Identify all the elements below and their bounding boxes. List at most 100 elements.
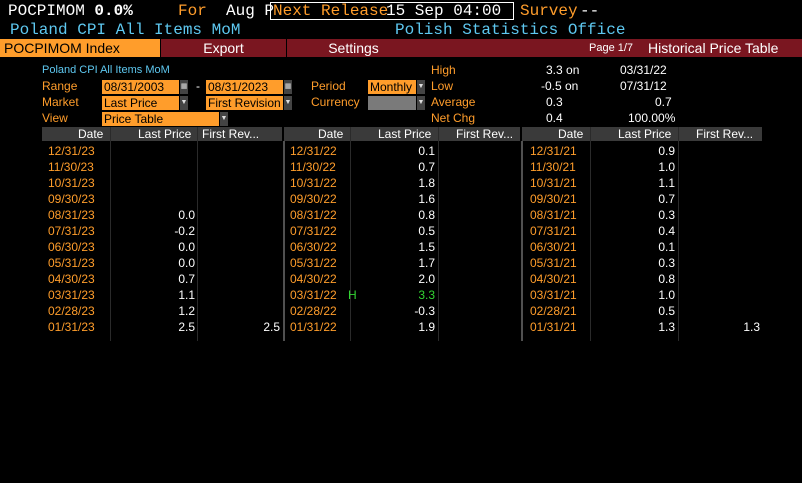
row-date[interactable]: 05/31/21 [530, 255, 577, 271]
row-date[interactable]: 02/28/23 [48, 303, 95, 319]
row-date[interactable]: 02/28/22 [290, 303, 337, 319]
row-date[interactable]: 04/30/21 [530, 271, 577, 287]
row-date[interactable]: 11/30/21 [530, 159, 576, 175]
row-date[interactable]: 12/31/22 [290, 143, 337, 159]
row-date[interactable]: 04/30/22 [290, 271, 337, 287]
row-first-revision [700, 271, 760, 287]
row-date[interactable]: 06/30/21 [530, 239, 577, 255]
controls-title: Poland CPI All Items MoM [42, 64, 170, 76]
row-date[interactable]: 08/31/23 [48, 207, 95, 223]
row-date[interactable]: 09/30/22 [290, 191, 337, 207]
row-date[interactable]: 06/30/22 [290, 239, 337, 255]
row-last-price [135, 175, 195, 191]
security-name: Poland CPI All Items MoM [10, 21, 241, 39]
row-last-price: 1.7 [418, 256, 435, 270]
column-header[interactable]: First Rev... [696, 127, 753, 141]
period-label: Period [311, 79, 346, 93]
low-date: 07/31/12 [620, 79, 667, 93]
row-date[interactable]: 03/31/22 [290, 287, 337, 303]
column-header[interactable]: Date [318, 127, 343, 141]
market-select[interactable]: Last Price [102, 96, 179, 110]
row-date[interactable]: 09/30/21 [530, 191, 577, 207]
row-date[interactable]: 01/31/21 [530, 319, 577, 335]
row-date[interactable]: 03/31/21 [530, 287, 577, 303]
next-release-value: 15 Sep 04:00 [386, 2, 502, 20]
row-date[interactable]: 05/31/22 [290, 255, 337, 271]
row-date[interactable]: 07/31/22 [290, 223, 337, 239]
row-date[interactable]: 10/31/23 [48, 175, 95, 191]
range-start-field[interactable]: 08/31/2003 [102, 80, 179, 94]
column-header[interactable]: Last Price [618, 127, 671, 141]
row-date[interactable]: 12/31/23 [48, 143, 95, 159]
column-header[interactable]: First Rev... [456, 127, 513, 141]
chevron-down-icon[interactable]: ▼ [417, 96, 425, 110]
average-value: 0.3 [546, 95, 563, 109]
calendar-icon[interactable]: ▦ [284, 80, 292, 94]
row-date[interactable]: 01/31/22 [290, 319, 337, 335]
view-select[interactable]: Price Table [102, 112, 219, 126]
netchg-label: Net Chg [431, 111, 476, 125]
settings-button[interactable]: Settings [286, 39, 420, 57]
row-date[interactable]: 08/31/22 [290, 207, 337, 223]
row-date[interactable]: 10/31/21 [530, 175, 577, 191]
row-first-revision [220, 143, 280, 159]
row-last-price: 1.5 [418, 240, 435, 254]
row-last-price: -0.2 [174, 224, 195, 238]
row-first-revision [459, 159, 519, 175]
row-date[interactable]: 04/30/23 [48, 271, 95, 287]
row-date[interactable]: 12/31/21 [530, 143, 577, 159]
period-select[interactable]: Monthly [368, 80, 416, 94]
row-first-revision [700, 207, 760, 223]
row-date[interactable]: 07/31/21 [530, 223, 577, 239]
currency-select[interactable] [368, 96, 416, 110]
column-header[interactable]: Last Price [138, 127, 191, 141]
high-value: 3.3 on [546, 63, 580, 77]
row-date[interactable]: 08/31/21 [530, 207, 577, 223]
row-date[interactable]: 09/30/23 [48, 191, 95, 207]
column-header[interactable]: Date [558, 127, 583, 141]
row-last-price: 0.0 [178, 240, 195, 254]
range-end-field[interactable]: 08/31/2023 [206, 80, 283, 94]
export-button[interactable]: Export [160, 39, 286, 57]
column-header[interactable]: Date [78, 127, 103, 141]
row-date[interactable]: 05/31/23 [48, 255, 95, 271]
chevron-down-icon[interactable]: ▼ [417, 80, 425, 94]
market2-select[interactable]: First Revision [206, 96, 283, 110]
row-date[interactable]: 06/30/23 [48, 239, 95, 255]
row-first-revision [220, 303, 280, 319]
row-first-revision [459, 223, 519, 239]
row-last-price: 0.5 [658, 304, 675, 318]
view-label: View [42, 111, 68, 125]
row-date[interactable]: 10/31/22 [290, 175, 337, 191]
column-header[interactable]: Last Price [378, 127, 431, 141]
row-last-price: 0.4 [658, 224, 675, 238]
index-tab[interactable]: POCPIMOM Index [0, 39, 160, 57]
row-date[interactable]: 01/31/23 [48, 319, 95, 335]
chevron-down-icon[interactable]: ▼ [180, 96, 188, 110]
chevron-down-icon[interactable]: ▼ [284, 96, 292, 110]
row-first-revision [220, 239, 280, 255]
row-date[interactable]: 02/28/21 [530, 303, 577, 319]
row-first-revision [459, 271, 519, 287]
ticker: POCPIMOM [8, 2, 85, 20]
netchg-value: 0.4 [546, 111, 563, 125]
row-first-revision [700, 255, 760, 271]
row-date[interactable]: 11/30/22 [290, 159, 336, 175]
column-header[interactable]: First Rev... [202, 127, 259, 141]
row-date[interactable]: 11/30/23 [48, 159, 94, 175]
source-name: Polish Statistics Office [395, 21, 626, 39]
chevron-down-icon[interactable]: ▼ [220, 112, 228, 126]
row-first-revision [220, 255, 280, 271]
row-first-revision [220, 191, 280, 207]
row-last-price: 0.7 [418, 160, 435, 174]
row-last-price: 0.3 [658, 208, 675, 222]
row-date[interactable]: 03/31/23 [48, 287, 95, 303]
survey-label: Survey [520, 2, 578, 20]
column-divider [438, 127, 439, 341]
row-date[interactable]: 07/31/23 [48, 223, 95, 239]
range-label: Range [42, 79, 78, 93]
row-last-price: 1.2 [178, 304, 195, 318]
calendar-icon[interactable]: ▦ [180, 80, 188, 94]
column-divider [590, 127, 591, 341]
currency-label: Currency [311, 95, 360, 109]
